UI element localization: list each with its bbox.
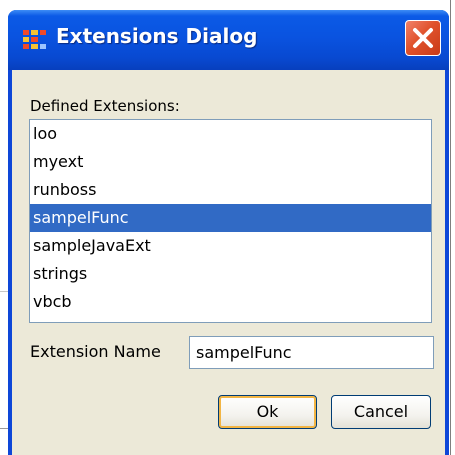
extensions-dialog-window: Extensions Dialog Defined Extensions: lo… <box>8 10 449 455</box>
ok-button[interactable]: Ok <box>218 395 317 429</box>
extension-list-item[interactable]: myext <box>30 148 431 176</box>
extensions-list[interactable]: loo myext runboss sampelFunc sampleJavaExt st… <box>29 119 432 323</box>
extension-list-item[interactable]: sampleJavaExt <box>30 232 431 260</box>
dialog-body: Defined Extensions: loo myext runboss sampe… <box>12 70 445 455</box>
extension-list-item[interactable]: strings <box>30 260 431 288</box>
defined-extensions-label: Defined Extensions: <box>30 97 180 115</box>
extension-name-input[interactable] <box>189 336 434 369</box>
window-title: Extensions Dialog <box>56 24 258 48</box>
extension-name-label: Extension Name <box>30 342 161 361</box>
background-divider <box>450 0 451 455</box>
extension-list-item[interactable]: vbcb <box>30 288 431 316</box>
extension-list-item[interactable]: loo <box>30 120 431 148</box>
extensions-app-icon <box>23 30 46 49</box>
title-bar[interactable]: Extensions Dialog <box>8 10 449 70</box>
screen: Extensions Dialog Defined Extensions: lo… <box>0 0 455 455</box>
extension-list-item[interactable]: sampelFunc <box>30 204 431 232</box>
extension-list-item[interactable]: runboss <box>30 176 431 204</box>
close-button[interactable] <box>405 20 441 56</box>
background-divider <box>0 428 8 429</box>
cancel-button[interactable]: Cancel <box>331 395 431 429</box>
close-icon <box>413 28 433 48</box>
